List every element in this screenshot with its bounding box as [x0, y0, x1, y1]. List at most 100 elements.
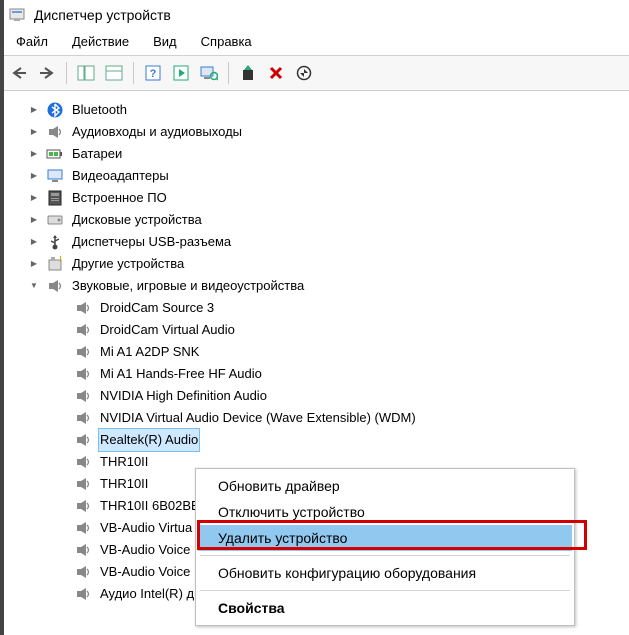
context-menu-item[interactable]: Свойства	[198, 595, 572, 621]
speaker-icon	[74, 541, 92, 559]
tree-node-label[interactable]: Звуковые, игровые и видеоустройства	[70, 275, 306, 297]
tree-category[interactable]: ▶ Аудиовходы и аудиовыходы	[28, 121, 629, 143]
speaker-icon	[74, 563, 92, 581]
help-button[interactable]: ?	[140, 60, 166, 86]
tree-node-label[interactable]: NVIDIA Virtual Audio Device (Wave Extens…	[98, 407, 418, 429]
tree-node-label[interactable]: Bluetooth	[70, 99, 129, 121]
tree-node-label[interactable]: DroidCam Source 3	[98, 297, 216, 319]
expander-icon[interactable]: ▶	[28, 143, 40, 165]
tree-node-label[interactable]: NVIDIA High Definition Audio	[98, 385, 269, 407]
context-menu-item[interactable]: Удалить устройство	[198, 525, 572, 551]
tree-node-label[interactable]: THR10II	[98, 473, 150, 495]
context-menu-item[interactable]: Обновить конфигурацию оборудования	[198, 560, 572, 586]
context-menu-item[interactable]: Отключить устройство	[198, 499, 572, 525]
menu-view[interactable]: Вид	[143, 32, 187, 51]
tree-node-label[interactable]: Mi A1 A2DP SNK	[98, 341, 201, 363]
speaker-icon	[74, 387, 92, 405]
tree-node-label[interactable]: DroidCam Virtual Audio	[98, 319, 237, 341]
tree-node-label[interactable]: THR10II	[98, 451, 150, 473]
speaker-icon	[74, 299, 92, 317]
scan-hardware-button[interactable]	[196, 60, 222, 86]
menu-action[interactable]: Действие	[62, 32, 139, 51]
tree-node-label[interactable]: Realtek(R) Audio	[98, 428, 200, 452]
action-button[interactable]	[168, 60, 194, 86]
toolbar: ?	[0, 55, 629, 91]
menu-file[interactable]: Файл	[6, 32, 58, 51]
tree-category[interactable]: ▶ Видеоадаптеры	[28, 165, 629, 187]
tree-category[interactable]: ▶ Встроенное ПО	[28, 187, 629, 209]
tree-node-label[interactable]: VB-Audio Voice	[98, 539, 192, 561]
other-icon: !	[46, 255, 64, 273]
expander-icon[interactable]: ▶	[28, 99, 40, 121]
svg-text:?: ?	[150, 68, 157, 80]
display-icon	[46, 167, 64, 185]
update-driver-button[interactable]	[235, 60, 261, 86]
tree-node-label[interactable]: Диспетчеры USB-разъема	[70, 231, 233, 253]
speaker-icon	[74, 497, 92, 515]
tree-node-label[interactable]: Дисковые устройства	[70, 209, 204, 231]
back-button[interactable]	[6, 60, 32, 86]
expander-icon[interactable]: ▶	[28, 209, 40, 231]
expander-icon[interactable]: ▶	[28, 253, 40, 275]
tree-category[interactable]: ▼ Звуковые, игровые и видеоустройства	[28, 275, 629, 297]
speaker-icon	[46, 277, 64, 295]
forward-button[interactable]	[34, 60, 60, 86]
disable-button[interactable]	[291, 60, 317, 86]
context-menu-item[interactable]: Обновить драйвер	[198, 473, 572, 499]
show-hide-tree-button[interactable]	[73, 60, 99, 86]
menu-help[interactable]: Справка	[191, 32, 262, 51]
context-menu: Обновить драйверОтключить устройствоУдал…	[195, 468, 575, 626]
speaker-icon	[74, 475, 92, 493]
context-menu-separator	[200, 590, 570, 591]
speaker-icon	[74, 343, 92, 361]
speaker-icon	[74, 321, 92, 339]
tree-device[interactable]: DroidCam Source 3	[56, 297, 629, 319]
expander-icon[interactable]: ▶	[28, 121, 40, 143]
speaker-icon	[74, 453, 92, 471]
tree-category[interactable]: ▶! Другие устройства	[28, 253, 629, 275]
tree-node-label[interactable]: Видеоадаптеры	[70, 165, 171, 187]
tree-node-label[interactable]: Батареи	[70, 143, 124, 165]
speaker-icon	[74, 431, 92, 449]
tree-category[interactable]: ▶ Bluetooth	[28, 99, 629, 121]
expander-icon[interactable]: ▶	[28, 187, 40, 209]
firmware-icon	[46, 189, 64, 207]
tree-node-label[interactable]: VB-Audio Voice	[98, 561, 192, 583]
titlebar: Диспетчер устройств	[0, 0, 629, 28]
disk-icon	[46, 211, 64, 229]
speaker-icon	[74, 585, 92, 603]
tree-category[interactable]: ▶ Батареи	[28, 143, 629, 165]
uninstall-button[interactable]	[263, 60, 289, 86]
tree-category[interactable]: ▶ Дисковые устройства	[28, 209, 629, 231]
tree-node-label[interactable]: VB-Audio Virtua	[98, 517, 194, 539]
tree-device[interactable]: Mi A1 Hands-Free HF Audio	[56, 363, 629, 385]
details-pane-button[interactable]	[101, 60, 127, 86]
expander-icon[interactable]: ▼	[28, 275, 40, 297]
battery-icon	[46, 145, 64, 163]
tree-node-label[interactable]: Аудиовходы и аудиовыходы	[70, 121, 244, 143]
window-title: Диспетчер устройств	[34, 7, 171, 23]
speaker-icon	[46, 123, 64, 141]
menubar: Файл Действие Вид Справка	[0, 28, 629, 55]
context-menu-separator	[200, 555, 570, 556]
usb-icon	[46, 233, 64, 251]
tree-node-label[interactable]: Встроенное ПО	[70, 187, 169, 209]
tree-node-label[interactable]: Другие устройства	[70, 253, 186, 275]
tree-device[interactable]: NVIDIA Virtual Audio Device (Wave Extens…	[56, 407, 629, 429]
tree-device[interactable]: NVIDIA High Definition Audio	[56, 385, 629, 407]
speaker-icon	[74, 365, 92, 383]
svg-text:!: !	[59, 256, 62, 264]
speaker-icon	[74, 409, 92, 427]
expander-icon[interactable]: ▶	[28, 231, 40, 253]
tree-node-label[interactable]: Аудио Intel(R) д	[98, 583, 196, 605]
tree-category[interactable]: ▶ Диспетчеры USB-разъема	[28, 231, 629, 253]
tree-node-label[interactable]: Mi A1 Hands-Free HF Audio	[98, 363, 264, 385]
tree-device[interactable]: DroidCam Virtual Audio	[56, 319, 629, 341]
app-icon	[8, 6, 26, 24]
tree-node-label[interactable]: THR10II 6B02BE	[98, 495, 202, 517]
tree-device[interactable]: Realtek(R) Audio	[56, 429, 629, 451]
expander-icon[interactable]: ▶	[28, 165, 40, 187]
tree-device[interactable]: Mi A1 A2DP SNK	[56, 341, 629, 363]
bluetooth-icon	[46, 101, 64, 119]
speaker-icon	[74, 519, 92, 537]
